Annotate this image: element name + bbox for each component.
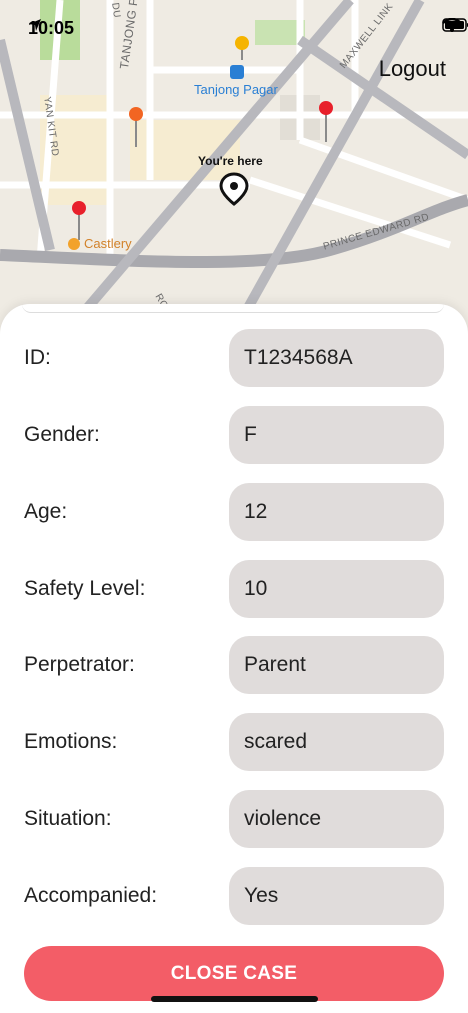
home-indicator [151,996,318,1002]
perpetrator-field[interactable] [229,636,444,694]
emotions-field[interactable] [229,713,444,771]
age-field[interactable] [229,483,444,541]
detail-row-safety-level: Safety Level: [0,560,468,618]
sheet-edge [22,304,444,313]
detail-row-situation: Situation: [0,790,468,848]
detail-row-gender: Gender: [0,406,468,464]
age-label: Age: [24,500,68,523]
castlery-label: Castlery [84,236,132,251]
close-case-button[interactable]: CLOSE CASE [24,946,444,1001]
safety-level-field[interactable] [229,560,444,618]
accompanied-label: Accompanied: [24,884,158,907]
battery-icon [442,18,468,32]
emotions-label: Emotions: [24,730,118,753]
detail-row-emotions: Emotions: [0,713,468,771]
id-label: ID: [24,346,51,369]
map-view[interactable]: TANJONG PAGAR RD YAN KIT RD MAXWELL LINK… [0,0,468,340]
status-bar: 10:05 [0,0,468,54]
gender-label: Gender: [24,423,100,446]
detail-row-accompanied: Accompanied: [0,867,468,925]
accompanied-field[interactable] [229,867,444,925]
gender-field[interactable] [229,406,444,464]
detail-row-age: Age: [0,483,468,541]
location-arrow-icon [29,19,41,31]
logout-button[interactable]: Logout [379,56,446,82]
safety-level-label: Safety Level: [24,577,146,600]
id-field[interactable] [229,329,444,387]
station-label: Tanjong Pagar [194,82,278,97]
perpetrator-label: Perpetrator: [24,653,135,676]
situation-label: Situation: [24,807,112,830]
detail-row-perpetrator: Perpetrator: [0,636,468,694]
you-are-here-label: You're here [198,154,263,168]
detail-row-id: ID: [0,329,468,387]
case-details-sheet: ID: Gender: Age: Safety Level: Perpetrat… [0,304,468,1013]
situation-field[interactable] [229,790,444,848]
